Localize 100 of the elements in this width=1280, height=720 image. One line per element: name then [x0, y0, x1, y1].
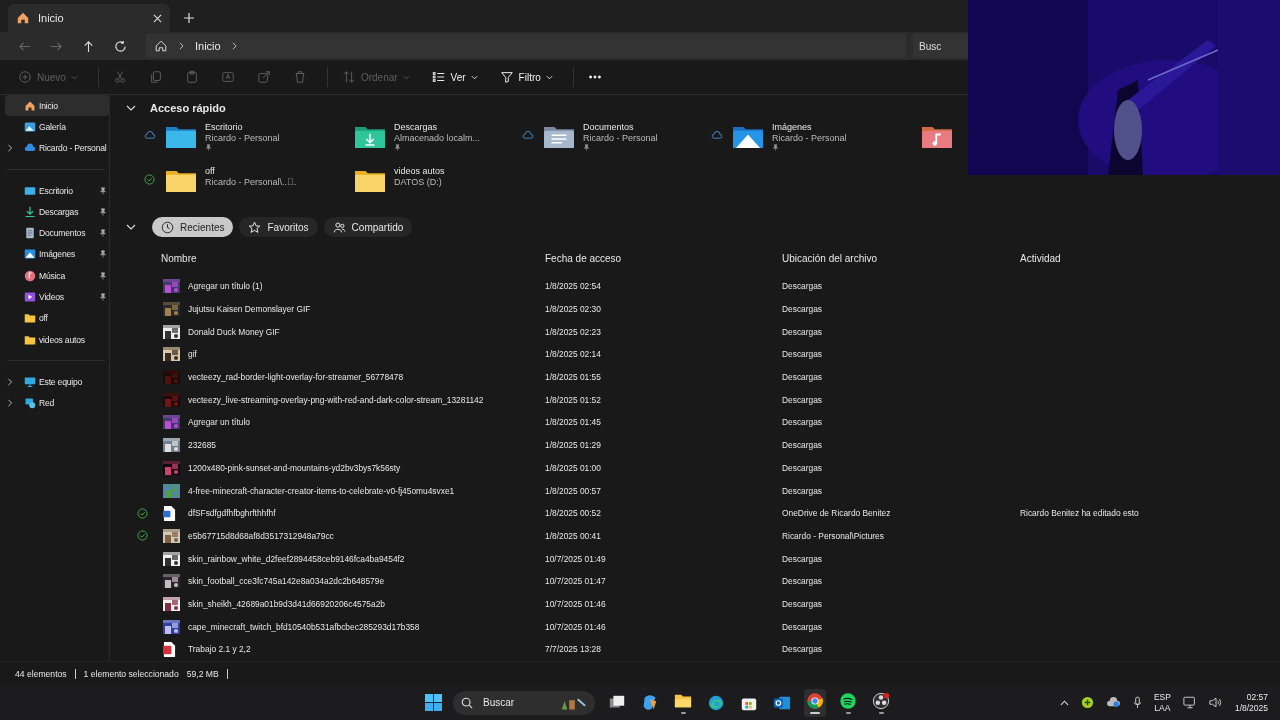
refresh-icon[interactable]: [114, 39, 127, 53]
file-name: Agregar un título (1): [188, 281, 264, 292]
file-name: 1200x480-pink-sunset-and-mountains-yd2bv3bys7k56sty: [188, 462, 402, 473]
status-text: 44 elementos: [15, 668, 67, 679]
sidebar-item[interactable]: Música: [5, 265, 109, 287]
close-icon[interactable]: [153, 13, 162, 23]
file-row[interactable]: skin_rainbow_white_d2feef2894458ceb9146fca4ba9454f2 10/7/2025 01:49 Descargas: [137, 547, 1280, 570]
chevron-icon[interactable]: [5, 399, 15, 408]
folder-location: Ricardo - Personal: [205, 133, 280, 143]
clock[interactable]: 02:57 1/8/2025: [1234, 691, 1268, 714]
sidebar-item[interactable]: Escritorio: [5, 179, 109, 202]
file-row[interactable]: 1200x480-pink-sunset-and-mountains-yd2bv3bys7k56sty 1/8/2025 01:00 Descargas: [137, 456, 1280, 480]
collapse-icon[interactable]: [126, 105, 136, 111]
start-icon[interactable]: [425, 694, 442, 711]
file-row[interactable]: cape_minecraft_twitch_bfd10540b531afbcbec285293d17b358 10/7/2025 01:46 Descargas: [137, 615, 1280, 638]
view-button[interactable]: Ver: [425, 66, 484, 88]
folder-tile[interactable]: Imágenes Ricardo - Personal: [711, 122, 847, 164]
collapse-icon[interactable]: [126, 224, 136, 230]
chrome-app-icon[interactable]: [804, 688, 826, 717]
network-icon[interactable]: [1182, 696, 1197, 709]
section-title: Acceso rápido: [150, 102, 226, 114]
pdf-icon: [163, 641, 176, 657]
file-row[interactable]: 4-free-minecraft-character-creator-items-to-celebrate-v0-fj45omu4svxe1 1/8/2025 00:57 Descargas: [137, 479, 1280, 502]
table-cell-text: 10/7/2025 01:47: [545, 576, 607, 587]
column-header[interactable]: Actividad: [1020, 253, 1280, 264]
column-header[interactable]: Nombre: [161, 253, 545, 264]
file-row[interactable]: skin_football_cce3fc745a142e8a034a2dc2b648579e 10/7/2025 01:47 Descargas: [137, 569, 1280, 593]
speaker-icon[interactable]: [1208, 696, 1223, 709]
language-indicator[interactable]: ESP LAA: [1153, 691, 1171, 714]
cloud-icon[interactable]: [1105, 697, 1121, 708]
file-row[interactable]: Donald Duck Money GIF 1/8/2025 02:23 Descargas: [137, 320, 1280, 344]
sidebar-item[interactable]: videos autos: [5, 328, 109, 351]
sidebar-item[interactable]: Ricardo - Personal: [5, 137, 109, 159]
pin-icon[interactable]: [99, 229, 107, 238]
images-folder-icon: [733, 124, 763, 148]
documents-folder-icon: [544, 124, 574, 148]
folder-name: Escritorio: [205, 122, 244, 132]
list-icon: [431, 70, 446, 84]
tab-title: Inicio: [38, 12, 65, 24]
folder-tile[interactable]: videos autos DATOS (D:): [333, 166, 445, 208]
folder-tile[interactable]: Descargas Almacenado localm...: [333, 122, 481, 164]
sidebar-item[interactable]: Documentos: [5, 222, 109, 244]
table-cell-text: Descargas: [782, 576, 824, 587]
sidebar-item[interactable]: off: [5, 307, 109, 329]
sidebar-item[interactable]: Red: [5, 392, 109, 414]
sidebar-item[interactable]: Este equipo: [5, 371, 109, 393]
breadcrumb-item[interactable]: Inicio: [195, 40, 221, 52]
filter-tab[interactable]: Recientes: [152, 217, 234, 237]
table-cell-text: Descargas: [782, 394, 824, 405]
caret-icon: [70, 74, 78, 80]
filter-tab[interactable]: Favoritos: [239, 217, 318, 237]
chevron-icon[interactable]: [5, 377, 15, 386]
file-row[interactable]: Jujutsu Kaisen Demonslayer GIF 1/8/2025 02:30 Descargas: [137, 297, 1280, 321]
microphone-icon[interactable]: [1132, 696, 1142, 709]
gallery-icon: [24, 120, 36, 133]
file-row[interactable]: 232685 1/8/2025 01:29 Descargas: [137, 433, 1280, 457]
pin-icon[interactable]: [99, 271, 107, 280]
up-icon[interactable]: [82, 39, 95, 53]
sidebar-item[interactable]: Galería: [5, 116, 109, 138]
pin-icon[interactable]: [99, 186, 107, 195]
sidebar-item[interactable]: Descargas: [5, 201, 109, 223]
folder-location: Ricardo - Personal: [583, 133, 658, 143]
column-header[interactable]: Fecha de acceso: [545, 253, 782, 264]
file-row[interactable]: vecteezy_rad-border-light-overlay-for-streamer_56778478 1/8/2025 01:55 Descargas: [137, 365, 1280, 389]
chevron-icon[interactable]: [5, 144, 15, 153]
new-tab-icon[interactable]: [184, 13, 194, 23]
folder-tile[interactable]: Documentos Ricardo - Personal: [522, 122, 658, 164]
file-row[interactable]: gif 1/8/2025 02:14 Descargas: [137, 343, 1280, 366]
status-text: 1 elemento seleccionado: [83, 668, 179, 679]
file-row[interactable]: Trabajo 2.1 y 2,2 7/7/2025 13:28 Descargas: [137, 638, 1280, 661]
address-bar[interactable]: Inicio: [146, 34, 906, 58]
table-cell-text: 10/7/2025 01:46: [545, 598, 607, 609]
file-row[interactable]: skin_sheikh_42689a01b9d3d41d66920206c4575a2b 10/7/2025 01:46 Descargas: [137, 592, 1280, 616]
file-row[interactable]: e5b67715d8d68af8d3517312948a79cc 1/8/2025 00:41 Ricardo - Personal\Pictures: [137, 524, 1280, 548]
file-name: e5b67715d8d68af8d3517312948a79cc: [188, 530, 335, 541]
filter-tab[interactable]: Compartido: [323, 217, 413, 237]
pin-icon[interactable]: [99, 207, 107, 216]
sidebar-item[interactable]: Imágenes: [5, 243, 109, 266]
file-name: skin_sheikh_42689a01b9d3d41d66920206c4575a2b: [188, 598, 386, 609]
plus-badge-icon[interactable]: [1080, 696, 1094, 709]
search-field[interactable]: Busc: [913, 34, 968, 58]
folder-tile[interactable]: Escritorio Ricardo - Personal: [144, 122, 280, 164]
file-row[interactable]: Agregar un título (1) 1/8/2025 02:54 Descargas: [137, 275, 1280, 298]
pin-icon[interactable]: [99, 293, 107, 301]
file-row[interactable]: Agregar un título 1/8/2025 01:45 Descargas: [137, 411, 1280, 434]
scissors-icon: [112, 70, 127, 84]
column-header[interactable]: Ubicación del archivo: [782, 253, 1020, 264]
file-row[interactable]: dfSFsdfgdfhfbghrfthhfhf 1/8/2025 00:52 OneDrive de Ricardo Benitez Ricardo Benitez ha editado esto: [137, 501, 1280, 525]
file-name: vecteezy_live-streaming-overlay-png-with-red-and-dark-color-stream_13281142: [188, 394, 485, 405]
sidebar-item[interactable]: Videos: [5, 286, 109, 308]
star-icon: [248, 220, 262, 234]
pin-icon[interactable]: [99, 250, 107, 259]
filter-button[interactable]: Filtro: [493, 66, 559, 88]
clipboard-icon: [184, 70, 199, 84]
file-row[interactable]: vecteezy_live-streaming-overlay-png-with-red-and-dark-color-stream_13281142 1/8/2025 01:52 Descargas: [137, 388, 1280, 412]
window-tab[interactable]: Inicio: [8, 4, 170, 32]
sidebar-item[interactable]: Inicio: [5, 95, 109, 117]
chevron-up-icon[interactable]: [1059, 699, 1069, 706]
search-icon: [461, 696, 473, 709]
taskbar-search[interactable]: Buscar: [453, 690, 595, 715]
